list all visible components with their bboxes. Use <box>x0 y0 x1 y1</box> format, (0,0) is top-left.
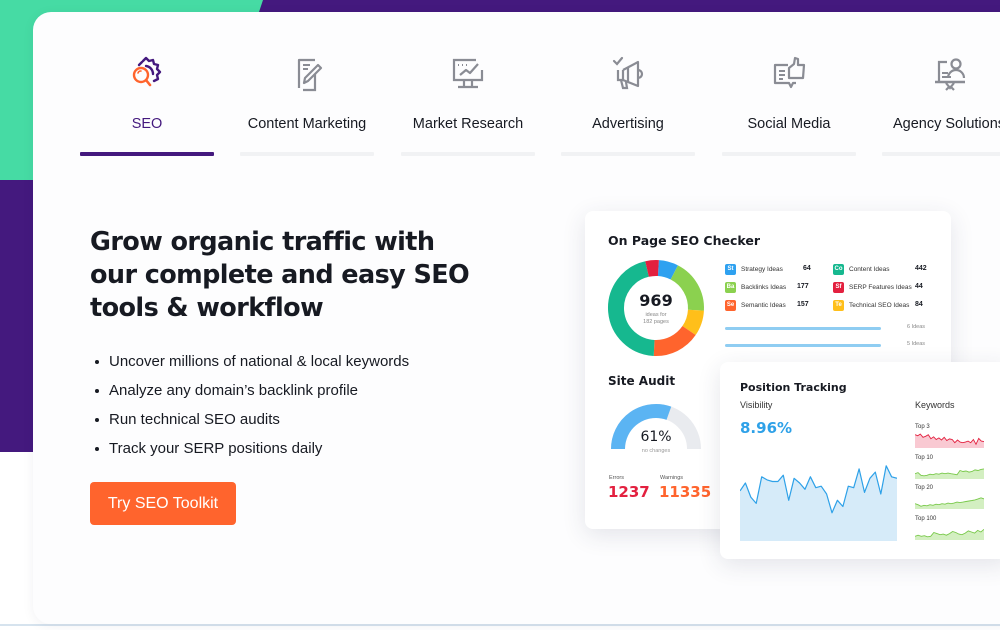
hero-title-line: tools & workflow <box>90 293 324 323</box>
idea-legend-item: Sf SERP Features Ideas 44 <box>833 282 923 293</box>
keyword-group-label: Top 100 <box>915 515 937 522</box>
idea-legend-item: Ba Backlinks Ideas 177 <box>725 282 809 293</box>
keyword-group-label: Top 3 <box>915 424 930 430</box>
idea-value: 64 <box>803 265 811 272</box>
donut-segment-se <box>653 325 696 356</box>
idea-badge: St <box>725 264 736 275</box>
tab-agency-solutions[interactable]: Agency Solutions <box>882 40 1000 158</box>
visibility-value: 8.96% <box>740 419 793 437</box>
ideas-total: 969 <box>639 291 673 310</box>
idea-value: 84 <box>915 301 923 308</box>
idea-label: Content Ideas <box>849 266 890 273</box>
idea-value: 177 <box>797 283 809 290</box>
tab-indicator <box>722 152 856 156</box>
feature-list: Uncover millions of national & local key… <box>93 347 409 463</box>
try-seo-toolkit-button[interactable]: Try SEO Toolkit <box>90 482 236 525</box>
product-tabs: SEO Content Marketing Market Research Ad… <box>80 40 1000 160</box>
keyword-sparkline <box>915 467 984 479</box>
idea-badge: Se <box>725 300 736 311</box>
hero-title-line: Grow organic traffic with <box>90 227 435 257</box>
feature-item: Analyze any domain’s backlink profile <box>93 376 409 405</box>
keyword-sparkline <box>915 528 984 540</box>
donut-segment-st <box>657 260 678 280</box>
warnings-value: 11335 <box>659 483 712 501</box>
idea-badge: Sf <box>833 282 844 293</box>
site-audit-percent: 61% <box>640 429 672 445</box>
tab-label: Advertising <box>592 116 664 132</box>
visibility-area <box>740 465 897 541</box>
idea-label: Technical SEO Ideas <box>849 302 910 309</box>
tab-label: SEO <box>131 116 163 132</box>
position-tracking-panel: Position Tracking Visibility 8.96% Keywo… <box>720 362 1000 559</box>
megaphone-icon <box>612 56 644 90</box>
warnings-label: Warnings <box>660 475 684 481</box>
donut-segment-sf <box>645 260 659 277</box>
idea-label: Semantic Ideas <box>741 302 786 309</box>
errors-value: 1237 <box>608 483 650 501</box>
page-ideas-label: 5 Ideas <box>907 341 926 347</box>
tab-label: Market Research <box>412 116 524 132</box>
feature-item: Track your SERP positions daily <box>93 434 409 463</box>
idea-legend-item: Te Technical SEO Ideas 84 <box>833 300 923 311</box>
tab-label: Agency Solutions <box>892 116 1000 132</box>
page-ideas-bar <box>725 344 881 347</box>
tab-indicator <box>401 152 535 156</box>
tab-social-media[interactable]: Social Media <box>722 40 856 158</box>
idea-label: Backlinks Ideas <box>741 284 787 291</box>
idea-value: 157 <box>797 301 809 308</box>
idea-legend-item: St Strategy Ideas 64 <box>725 264 811 275</box>
monitor-chart-icon <box>452 58 484 89</box>
hero-title: Grow organic traffic with our complete a… <box>90 226 490 325</box>
tab-active-indicator <box>80 152 214 156</box>
idea-value: 44 <box>915 283 923 290</box>
tab-seo[interactable]: SEO <box>80 40 214 158</box>
idea-label: Strategy Ideas <box>741 266 783 273</box>
panel-title: On Page SEO Checker <box>608 233 761 248</box>
keyword-group-label: Top 20 <box>915 485 934 491</box>
ideas-caption-line: ideas for <box>645 312 667 318</box>
ideas-caption-line: 182 pages <box>643 319 669 325</box>
tab-content-marketing[interactable]: Content Marketing <box>240 40 374 158</box>
errors-label: Errors <box>609 475 624 481</box>
site-audit-title: Site Audit <box>608 374 676 388</box>
site-audit-caption: no changes <box>641 448 671 454</box>
seo-gear-magnifier-icon <box>132 56 162 87</box>
presentation-person-icon <box>935 58 966 91</box>
idea-value: 442 <box>915 265 927 272</box>
feature-item: Run technical SEO audits <box>93 405 409 434</box>
tab-advertising[interactable]: Advertising <box>561 40 695 158</box>
keywords-label: Keywords <box>915 400 955 410</box>
keyword-group-label: Top 10 <box>915 454 934 461</box>
idea-badge: Co <box>833 264 844 275</box>
tab-label: Social Media <box>747 116 831 132</box>
ideas-caption: ideas for 182 pages <box>607 312 705 326</box>
sparkline-area <box>915 528 984 540</box>
document-pencil-icon <box>297 58 323 92</box>
idea-badge: Ba <box>725 282 736 293</box>
tab-indicator <box>561 152 695 156</box>
visibility-label: Visibility <box>740 400 773 410</box>
page-ideas-label: 6 Ideas <box>907 324 926 330</box>
idea-label: SERP Features Ideas <box>849 284 912 291</box>
feature-item: Uncover millions of national & local key… <box>93 347 409 376</box>
idea-legend-item: Co Content Ideas 442 <box>833 264 927 275</box>
keyword-sparkline <box>915 497 984 509</box>
chat-thumbs-up-icon <box>773 56 806 89</box>
tab-indicator <box>240 152 374 156</box>
tab-market-research[interactable]: Market Research <box>401 40 535 158</box>
visibility-chart <box>740 465 897 541</box>
tab-label: Content Marketing <box>247 116 367 132</box>
page-ideas-bar <box>725 327 881 330</box>
idea-legend-item: Se Semantic Ideas 157 <box>725 300 809 311</box>
hero-title-line: our complete and easy SEO <box>90 260 470 290</box>
keyword-sparkline <box>915 433 984 448</box>
section-divider <box>0 624 1000 626</box>
idea-badge: Te <box>833 300 844 311</box>
tab-indicator <box>882 152 1000 156</box>
panel-title: Position Tracking <box>740 381 847 394</box>
